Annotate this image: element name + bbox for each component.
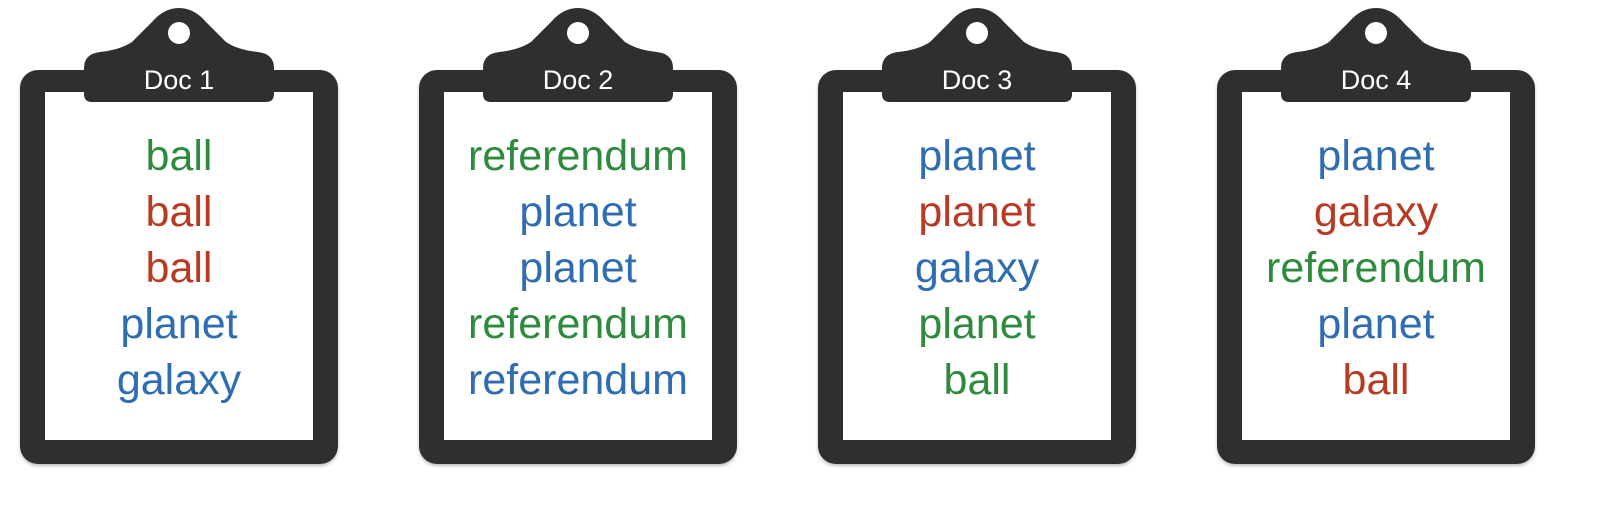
word-item: planet [1317,300,1435,348]
word-item: referendum [468,132,688,180]
doc-label: Doc 4 [1340,65,1412,95]
clipboard-doc-3: Doc 3 planet planet galaxy planet ball [798,0,1158,528]
word-list: referendum planet planet referendum referend… [444,128,712,408]
word-item: ball [145,132,213,180]
doc-label: Doc 3 [941,65,1013,95]
word-item: planet [918,300,1036,348]
word-list: planet planet galaxy planet ball [843,128,1111,408]
word-item: planet [120,300,238,348]
word-item: referendum [468,356,688,404]
doc-label: Doc 2 [542,65,614,95]
word-item: planet [519,188,637,236]
word-item: ball [145,244,213,292]
word-item: ball [1342,356,1410,404]
clipboard-doc-4: Doc 4 planet galaxy referendum planet ball [1197,0,1557,528]
clipboard-doc-1: Doc 1 ball ball ball planet galaxy [0,0,360,528]
word-item: galaxy [914,244,1040,292]
clipboard-doc-2: Doc 2 referendum planet planet referendum re… [399,0,759,528]
word-list: ball ball ball planet galaxy [45,128,313,408]
word-item: planet [918,132,1036,180]
word-item: referendum [468,300,688,348]
word-item: planet [918,188,1036,236]
word-item: ball [943,356,1011,404]
word-item: referendum [1266,244,1486,292]
doc-label: Doc 1 [143,65,215,95]
word-item: planet [1317,132,1435,180]
word-item: ball [145,188,213,236]
word-item: planet [519,244,637,292]
word-item: galaxy [116,356,242,404]
word-item: galaxy [1313,188,1439,236]
word-list: planet galaxy referendum planet ball [1242,128,1510,408]
